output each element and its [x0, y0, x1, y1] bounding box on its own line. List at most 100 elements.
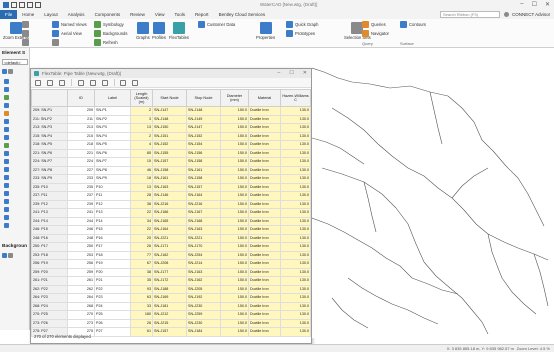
chamber-layer-icon[interactable]: [4, 215, 9, 220]
profiles-button[interactable]: Profiles: [152, 22, 166, 40]
table-cell[interactable]: 150.0: [220, 123, 249, 133]
table-cell[interactable]: 250: [67, 242, 95, 252]
edit-icon[interactable]: [8, 69, 13, 74]
table-cell[interactable]: 13: [130, 182, 153, 192]
table-cell[interactable]: 150.0: [220, 182, 249, 192]
table-cell[interactable]: 130.0: [280, 131, 311, 141]
aerial-view-button[interactable]: Aerial View: [52, 30, 82, 37]
table-cell[interactable]: Ductile Iron: [248, 165, 281, 175]
table-cell[interactable]: 150.0: [220, 106, 249, 116]
table-cell[interactable]: 233: [67, 174, 95, 184]
table-cell[interactable]: Ductile Iron: [248, 174, 281, 184]
table-cell[interactable]: SN-J230: [186, 301, 221, 311]
table-cell[interactable]: 150.0: [220, 267, 249, 277]
named-views-button[interactable]: Named Views: [52, 21, 87, 28]
table-cell[interactable]: SN-J152: [152, 140, 187, 150]
column-header-label[interactable]: Label: [94, 89, 131, 107]
prototypes-button[interactable]: Prototypes: [286, 30, 315, 37]
table-cell[interactable]: 130.0: [280, 259, 311, 269]
table-cell[interactable]: 130.0: [280, 174, 311, 184]
table-cell[interactable]: P27: [94, 327, 131, 337]
table-cell[interactable]: Ductile Iron: [248, 199, 281, 209]
table-cell[interactable]: P19: [94, 259, 131, 269]
table-cell[interactable]: SN-P7: [94, 157, 131, 167]
undo-icon[interactable]: [35, 2, 41, 8]
table-cell[interactable]: 150.0: [220, 301, 249, 311]
row-header-cell[interactable]: 235: P10: [31, 182, 68, 192]
row-header-cell[interactable]: 224: SN-P7: [31, 157, 68, 167]
table-cell[interactable]: 150.0: [220, 318, 249, 328]
table-cell[interactable]: SN-J165: [152, 216, 187, 226]
table-cell[interactable]: 130.0: [280, 216, 311, 226]
minimize-button[interactable]: –: [520, 1, 523, 8]
tab-view[interactable]: View: [150, 10, 170, 19]
table-cell[interactable]: 15: [130, 157, 153, 167]
pump-layer-icon[interactable]: [4, 111, 9, 116]
table-cell[interactable]: SN-J162: [152, 250, 187, 260]
table-cell[interactable]: 150.0: [220, 242, 249, 252]
table-cell[interactable]: 77: [130, 250, 153, 260]
table-cell[interactable]: SN-J171: [152, 242, 187, 252]
scada-layer-icon[interactable]: [4, 175, 9, 180]
table-cell[interactable]: SN-J147: [186, 123, 221, 133]
table-cell[interactable]: Ductile Iron: [248, 276, 281, 286]
flextable-maximize-button[interactable]: ☐: [289, 70, 293, 76]
table-cell[interactable]: P17: [94, 242, 131, 252]
table-cell[interactable]: 261: [67, 276, 95, 286]
table-cell[interactable]: SN-P4: [94, 131, 131, 141]
table-cell[interactable]: SN-J150: [152, 123, 187, 133]
save-icon[interactable]: [27, 2, 33, 8]
table-cell[interactable]: 150.0: [220, 259, 249, 269]
table-cell[interactable]: 264: [67, 293, 95, 303]
table-cell[interactable]: SN-J221: [152, 233, 187, 243]
table-cell[interactable]: SN-J192: [186, 293, 221, 303]
table-cell[interactable]: 130.0: [280, 250, 311, 260]
symbology-default-select[interactable]: <default>: [2, 59, 28, 65]
table-cell[interactable]: P14: [94, 216, 131, 226]
table-cell[interactable]: 22: [130, 225, 153, 235]
table-cell[interactable]: Ductile Iron: [248, 284, 281, 294]
table-cell[interactable]: SN-J254: [186, 250, 221, 260]
table-cell[interactable]: Ductile Iron: [248, 327, 281, 337]
table-cell[interactable]: 130.0: [280, 148, 311, 158]
report-icon[interactable]: [120, 79, 127, 86]
row-header-cell[interactable]: 261: P21: [31, 276, 68, 286]
table-cell[interactable]: 130.0: [280, 114, 311, 124]
tap-layer-icon[interactable]: [4, 127, 9, 132]
row-header-cell[interactable]: 239: P12: [31, 199, 68, 209]
table-cell[interactable]: 67: [130, 259, 153, 269]
annotation-layer-icon[interactable]: [4, 183, 9, 188]
table-cell[interactable]: 218: [67, 140, 95, 150]
table-cell[interactable]: 130.0: [280, 293, 311, 303]
table-cell[interactable]: 22: [130, 208, 153, 218]
table-row[interactable]: 261: P21 261 P21 35 SN-J172 SN-J162 150.0 Ducti…: [31, 276, 311, 286]
row-header-cell[interactable]: 270: P25: [31, 310, 68, 320]
table-cell[interactable]: 130.0: [280, 140, 311, 150]
table-cell[interactable]: 63: [130, 293, 153, 303]
add-background-icon[interactable]: [2, 253, 7, 258]
table-row[interactable]: 227: SN-P8 227 SN-P8 46 SN-J158 SN-J161 150.0 D…: [31, 165, 311, 175]
table-cell[interactable]: Ductile Iron: [248, 242, 281, 252]
table-cell[interactable]: 150.0: [220, 250, 249, 260]
table-row[interactable]: 224: SN-P7 224 SN-P7 15 SN-J157 SN-J158 150.0 D…: [31, 157, 311, 167]
table-cell[interactable]: P26: [94, 318, 131, 328]
column-header-start-node[interactable]: Start Node: [152, 89, 187, 107]
table-cell[interactable]: 130.0: [280, 123, 311, 133]
table-cell[interactable]: 38: [130, 267, 153, 277]
valve-layer-icon[interactable]: [4, 119, 9, 124]
table-cell[interactable]: SN-J188: [152, 284, 187, 294]
table-cell[interactable]: 130.0: [280, 225, 311, 235]
table-row[interactable]: 235: P10 235 P10 13 SN-J163 SN-J157 150.0 Ducti…: [31, 182, 311, 192]
table-row[interactable]: 213: SN-P3 213 SN-P3 13 SN-J150 SN-J147 150.0 D…: [31, 123, 311, 133]
table-cell[interactable]: SN-J162: [186, 276, 221, 286]
spot-elevation-layer-icon[interactable]: [4, 151, 9, 156]
table-row[interactable]: 250: P17 250 P17 26 SN-J171 SN-J170 150.0 Ducti…: [31, 242, 311, 252]
maximize-button[interactable]: ☐: [532, 1, 537, 8]
table-cell[interactable]: 150.0: [220, 216, 249, 226]
edit-columns-icon[interactable]: [35, 79, 41, 86]
navigator-button[interactable]: Navigator: [362, 30, 389, 37]
contours-button[interactable]: Contours: [400, 21, 426, 28]
table-cell[interactable]: Ductile Iron: [248, 123, 281, 133]
flextables-button[interactable]: FlexTables: [169, 22, 189, 40]
table-cell[interactable]: 150.0: [220, 284, 249, 294]
